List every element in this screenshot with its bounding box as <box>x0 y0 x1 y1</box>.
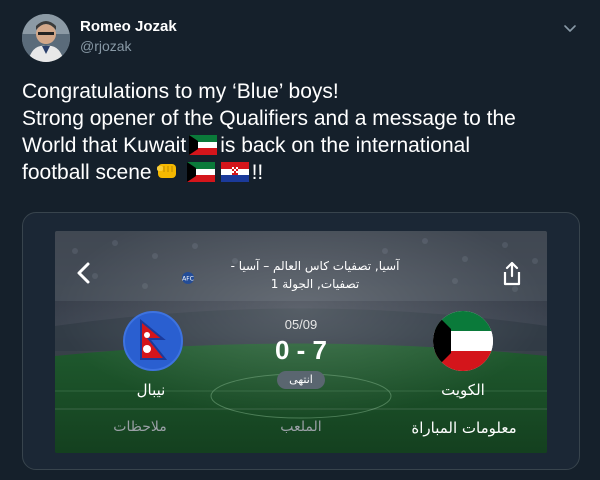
match-date: 05/09 <box>284 317 318 332</box>
kuwait-team-logo[interactable] <box>433 311 493 371</box>
fist-emoji-icon <box>156 164 176 178</box>
share-icon[interactable] <box>501 261 523 287</box>
nepal-flag-icon <box>140 318 168 360</box>
match-screenshot: AFC آسيا, تصفيات كاس العالم – آسيا - تصف… <box>55 231 547 453</box>
tab-match-info[interactable]: معلومات المباراة <box>389 419 539 437</box>
tab-notes[interactable]: ملاحظات <box>85 419 195 435</box>
nepal-team-logo[interactable] <box>123 311 183 371</box>
tweet-text: Congratulations to my ‘Blue’ boys! Stron… <box>22 78 582 186</box>
tweet-line-4: football scene !! <box>22 159 582 186</box>
tweet-line-3b: is back on the international <box>220 134 471 157</box>
afc-logo-icon: AFC <box>182 272 194 284</box>
match-header-line1: آسيا, تصفيات كاس العالم – آسيا - <box>230 259 400 273</box>
kuwait-flag-icon <box>433 311 493 371</box>
tab-stadium[interactable]: الملعب <box>251 419 351 435</box>
tweet-line-3a: World that Kuwait <box>22 134 187 157</box>
croatia-flag-icon <box>220 162 249 182</box>
away-team-name: الكويت <box>441 381 485 399</box>
media-card[interactable]: AFC آسيا, تصفيات كاس العالم – آسيا - تصف… <box>22 212 580 470</box>
kuwait-flag-icon <box>189 135 218 155</box>
author-name[interactable]: Romeo Jozak <box>80 18 177 35</box>
tweet-line-4a: football scene <box>22 161 152 184</box>
match-header-line2: تصفيات, الجولة 1 <box>270 277 360 291</box>
tweet-line-3: World that Kuwait is back on the interna… <box>22 132 582 159</box>
chevron-down-icon[interactable] <box>560 18 580 38</box>
author-handle[interactable]: @rjozak <box>80 38 132 54</box>
tweet: Romeo Jozak @rjozak Congratulations to m… <box>0 0 600 480</box>
match-status-badge: انتهى <box>277 371 325 389</box>
tweet-line-2: Strong opener of the Qualifiers and a me… <box>22 107 516 130</box>
avatar[interactable] <box>22 14 70 62</box>
svg-text:AFC: AFC <box>182 276 194 283</box>
home-team-name: نيبال <box>136 381 166 399</box>
back-arrow-icon[interactable] <box>75 261 93 285</box>
tweet-line-1: Congratulations to my ‘Blue’ boys! <box>22 80 339 103</box>
kuwait-flag-icon <box>186 162 215 182</box>
match-score: 0 - 7 <box>274 335 328 365</box>
tweet-line-4b: !! <box>251 161 264 184</box>
